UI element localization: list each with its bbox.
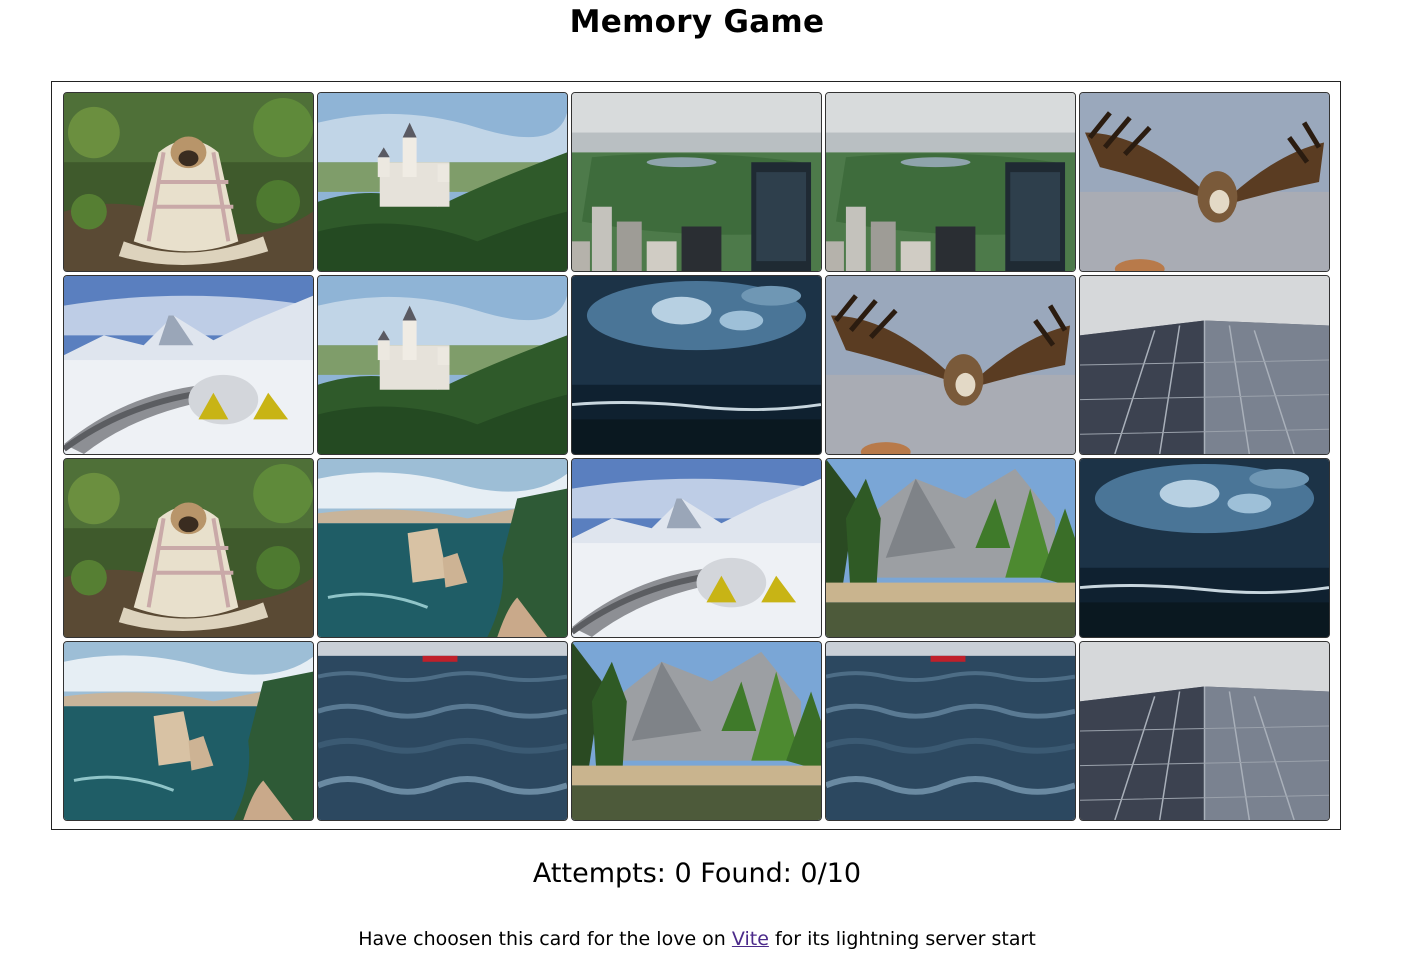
vulture-flying-image [1080,93,1329,271]
card-pug-in-blanket[interactable] [63,92,314,272]
footer-suffix: for its lightning server start [774,928,1036,950]
found-value: 0/10 [800,858,862,889]
vulture-flying-image [826,276,1075,454]
card-ocean-waves-boat[interactable] [825,641,1076,821]
pug-in-blanket-image [64,93,313,271]
valley-forest-river-image [826,459,1075,637]
stormy-sea-clouds-image [572,276,821,454]
card-castle-on-hill[interactable] [317,275,568,455]
footer-note: Have choosen this card for the love on V… [0,928,1394,950]
card-coastal-cliffs[interactable] [317,458,568,638]
attempts-label: Attempts: [532,858,666,889]
card-castle-on-hill[interactable] [317,92,568,272]
ocean-waves-boat-image [826,642,1075,820]
card-stormy-sea-clouds[interactable] [1079,458,1330,638]
card-ocean-waves-boat[interactable] [317,641,568,821]
castle-on-hill-image [318,93,567,271]
card-coastal-cliffs[interactable] [63,641,314,821]
card-stormy-sea-clouds[interactable] [571,275,822,455]
card-city-park-aerial[interactable] [571,92,822,272]
page-title: Memory Game [569,4,825,40]
card-vulture-flying[interactable] [1079,92,1330,272]
card-snowy-mountain-camp[interactable] [63,275,314,455]
vite-link[interactable]: Vite [732,928,769,950]
card-grid [63,92,1330,821]
card-valley-forest-river[interactable] [825,458,1076,638]
city-park-aerial-image [826,93,1075,271]
city-park-aerial-image [572,93,821,271]
skyscraper-looking-up-image [1080,276,1329,454]
footer-prefix: Have choosen this card for the love on [358,928,726,950]
stormy-sea-clouds-image [1080,459,1329,637]
found-label: Found: [700,858,792,889]
game-board [51,81,1341,830]
card-pug-in-blanket[interactable] [63,458,314,638]
coastal-cliffs-image [64,642,313,820]
coastal-cliffs-image [318,459,567,637]
card-skyscraper-looking-up[interactable] [1079,275,1330,455]
card-skyscraper-looking-up[interactable] [1079,641,1330,821]
card-city-park-aerial[interactable] [825,92,1076,272]
snowy-mountain-camp-image [572,459,821,637]
skyscraper-looking-up-image [1080,642,1329,820]
score-line: Attempts: 0 Found: 0/10 [0,858,1394,889]
snowy-mountain-camp-image [64,276,313,454]
pug-in-blanket-image [64,459,313,637]
card-valley-forest-river[interactable] [571,641,822,821]
valley-forest-river-image [572,642,821,820]
card-snowy-mountain-camp[interactable] [571,458,822,638]
attempts-value: 0 [674,858,692,889]
castle-on-hill-image [318,276,567,454]
card-vulture-flying[interactable] [825,275,1076,455]
ocean-waves-boat-image [318,642,567,820]
